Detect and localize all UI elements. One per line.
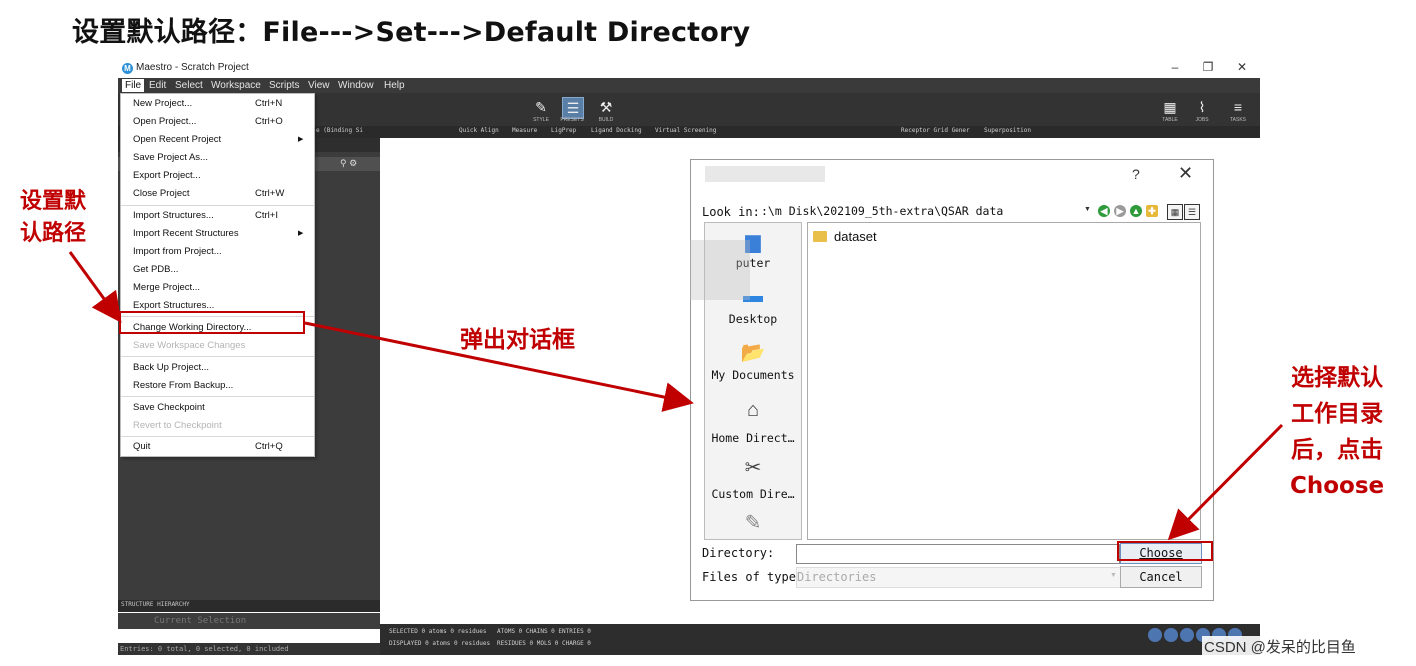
source-watermark: CSDN @发呆的比目鱼 [1202,636,1358,657]
annotation-line: 选择默认 [1291,365,1384,391]
annotation-arrows [68,251,1284,541]
annotation-line: 工作目录 [1291,401,1384,427]
annotation-line: 后，点击 [1291,437,1384,463]
arrow-to-choose-button [1167,423,1284,541]
annotation-line: 设置默 [20,189,87,214]
annotation-click-choose: 选择默认 工作目录 后，点击 Choose [1290,360,1384,504]
annotation-line: Choose [1290,473,1385,499]
annotation-set-default-path: 设置默 认路径 [20,186,86,250]
annotation-dialog-popup: 弹出对话框 [460,327,575,353]
annotation-line: 认路径 [20,221,87,246]
arrow-to-menu-item [68,251,122,323]
